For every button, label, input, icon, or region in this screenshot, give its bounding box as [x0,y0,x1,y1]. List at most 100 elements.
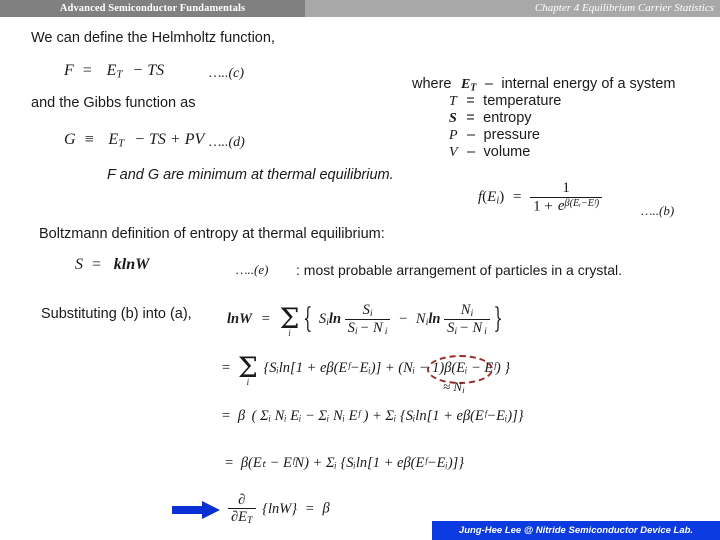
definition-item: T = temperature [412,92,675,109]
definition-text: volume [483,144,531,160]
equation-tag-d: …..(d) [209,135,245,150]
definition-separator: – [467,127,476,143]
d1-brace-close: } [493,304,503,335]
d2-approx-note: ≈ Ni [443,379,465,395]
equation-entropy: S = klnW [75,256,149,274]
sigma-index: i [288,327,291,338]
d1-fraction-2: Ni Si − Ni [444,302,490,337]
d5-partial-fraction: ∂ ∂ET [228,492,256,526]
footer-credit: Jung-Hee Lee @ Nitride Semiconductor Dev… [458,525,694,536]
definition-separator: = [466,93,475,109]
d1-frac1-den-sym: S [347,320,355,337]
text-arrangement-note: : most probable arrangement of particles… [296,262,623,278]
eq-c-lhs: F [64,62,74,79]
d4-expression: β(Eₜ − EᶠN) + Σᵢ {Sᵢln[1 + eβ(Eᶠ−Eᵢ)]} [240,455,465,471]
d3-expression: ( Σᵢ Nᵢ Eᵢ − Σᵢ Nᵢ Eᶠ ) + Σᵢ {Sᵢln[1 + e… [251,408,524,424]
text-minimum-statement: F and G are minimum at thermal equilibri… [107,167,394,183]
d1-brace-open: { [303,304,313,335]
eq-d-lhs: G [64,131,76,148]
d1-frac1-num: Si [345,302,391,319]
d1-frac2-den-rest: − N [459,320,483,337]
d3-rel: = [222,408,231,424]
definition-item: V – volume [412,143,675,160]
definition-symbol: V [449,145,458,160]
chapter-title: Chapter 4 Equilibrium Carrier Statistics [534,2,714,14]
d1-minus: − [399,311,408,328]
d1-fraction-1: Si Si − Ni [344,302,391,338]
definition-symbol: S [449,111,457,126]
text-substituting: Substituting (b) into (a), [41,306,192,322]
d1-term1-ln: ln [328,311,342,328]
d5-partial-den-sym: ∂E [231,509,248,526]
d1-frac2-den: Si − Ni [444,319,490,337]
eq-c-energy-sub: T [116,68,123,81]
summation-sign: Σ i [279,305,299,338]
definition-symbol: E [460,77,471,92]
eq-b-numerator: 1 [562,180,570,196]
equation-tag-b: …..(b) [641,203,675,218]
definition-item: S = entropy [412,109,675,126]
eq-e-rel: = [91,256,102,273]
d1-frac2-num-sym: N [460,302,471,318]
derivation-line-5: ∂ ∂ET {lnW} = β [228,492,330,526]
course-title: Advanced Semiconductor Fundamentals [59,3,246,14]
eq-b-denominator: 1 + eβ(Eᵢ−Eᶠ) [530,196,603,215]
d5-rhs: β [322,500,330,517]
sigma-index: i [246,376,250,387]
d5-partial-den-sub: T [247,515,253,527]
eq-b-rel: = [512,189,522,206]
definition-separator: – [484,76,493,92]
definitions-block: where ET – internal energy of a system T… [412,75,675,160]
d1-lhs: lnW [227,311,252,328]
definition-text: entropy [483,110,532,126]
definition-separator: – [467,144,476,160]
d1-frac1-num-sym: S [362,302,370,318]
d1-term2-lead: N [415,311,426,328]
d5-rel: = [305,500,314,517]
summation-sign: Σ i [238,353,258,386]
blue-arrow-icon [172,501,220,519]
eq-d-energy: E [108,131,119,148]
derivation-line-1: lnW = Σ i { Siln Si Si − Ni − Niln Ni Si −… [227,302,503,338]
d5-partial-num: ∂ [238,492,246,508]
text-helmholtz-intro: We can define the Helmholtz function, [31,30,275,46]
equation-fermi-dirac: f(Ei) = 1 1 + eβ(Eᵢ−Eᶠ) [478,180,603,215]
text-gibbs-intro: and the Gibbs function as [31,95,196,111]
eq-d-rel: ≡ [83,131,95,148]
equation-tag-e: …..(e) [236,262,269,277]
eq-c-rest: − TS [132,62,165,79]
d1-term2-ln: ln [428,311,441,328]
eq-b-paren-close: ) [499,189,505,206]
equation-helmholtz: F = ET − TS [64,62,164,80]
definition-symbol: T [449,94,457,109]
derivation-line-3: = β ( Σᵢ Nᵢ Eᵢ − Σᵢ Nᵢ Eᶠ ) + Σᵢ {Sᵢln[1… [222,408,524,425]
d1-frac2-den-rest-sub: i [484,326,487,338]
definition-item: where ET – internal energy of a system [412,75,675,94]
text-boltzmann-entropy-heading: Boltzmann definition of entropy at therm… [39,226,385,242]
d3-beta: β [237,408,246,424]
eq-d-rest: − TS + PV [134,131,205,148]
equation-gibbs: G ≡ ET − TS + PV [64,131,204,149]
slide-header: Advanced Semiconductor Fundamentals Chap… [0,0,720,17]
d1-term1-lead: S [318,311,327,328]
d5-body: {lnW} [262,500,298,517]
text-minimum-statement-label: F and G are minimum at thermal equilibri… [107,167,394,183]
d2-approx-note-sub: i [462,384,465,395]
eq-b-den-lead: 1 + [533,198,553,215]
d2-approx-note-text: ≈ N [443,379,463,394]
slide: Advanced Semiconductor Fundamentals Chap… [0,0,720,540]
d4-rel: = [225,455,234,471]
d1-frac2-num-sub: i [470,308,474,320]
eq-b-fraction: 1 1 + eβ(Eᵢ−Eᶠ) [530,180,603,215]
d1-frac1-den-rest: − N [359,320,383,337]
d1-frac1-den-rest-sub: i [384,326,388,338]
derivation-line-4: = β(Eₜ − EᶠN) + Σᵢ {Sᵢln[1 + eβ(Eᶠ−Eᵢ)]} [225,455,464,472]
definition-text: pressure [483,127,540,143]
d2-rel: = [222,359,231,376]
d5-partial-den: ∂ET [228,508,256,526]
d1-frac1-num-sub: i [369,308,373,320]
definition-symbol: P [449,128,458,143]
d1-frac1-den: Si − Ni [344,319,391,338]
eq-b-den-e: e [557,198,565,215]
definition-separator: = [466,110,475,126]
